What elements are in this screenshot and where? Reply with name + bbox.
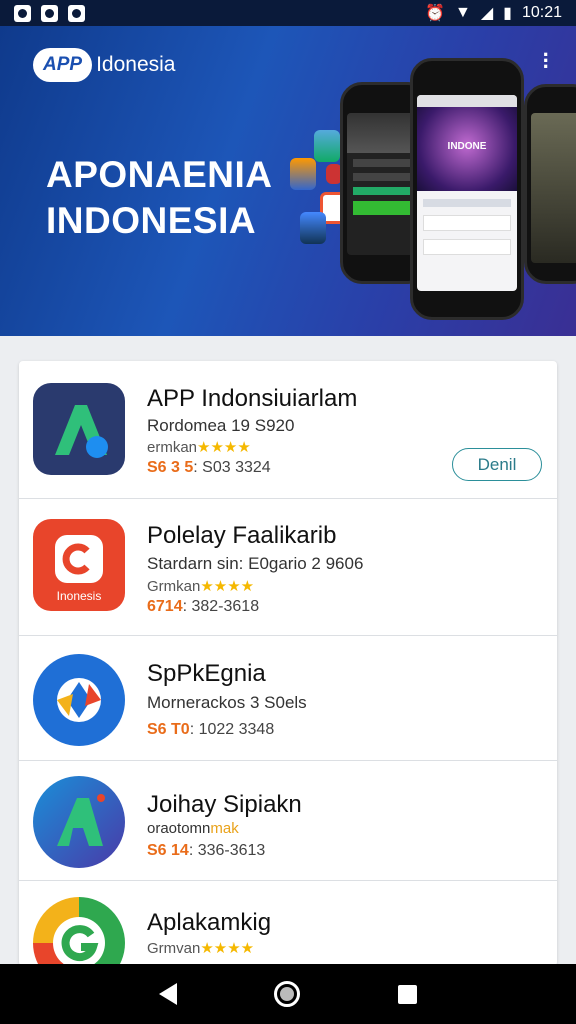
app-icon: Inonesis xyxy=(33,519,125,611)
recents-icon[interactable] xyxy=(398,984,418,1004)
star-rating-icon: ★★★★ xyxy=(197,439,251,456)
system-nav-bar xyxy=(0,964,576,1024)
app-meta: 6714: 382-3618 xyxy=(147,598,260,615)
app-name[interactable]: APP Indonsiuiarlam xyxy=(147,385,357,413)
app-name[interactable]: Joihay Sipiakn xyxy=(147,791,302,819)
notification-icon xyxy=(41,4,58,22)
star-rating-icon: ★★★★ xyxy=(200,940,255,957)
app-name[interactable]: Aplakamkig xyxy=(147,909,271,937)
more-options-icon[interactable]: · · · xyxy=(543,44,550,78)
banner-title: APONAENIA INDONESIA xyxy=(46,152,273,244)
app-logo: APP Idonesia xyxy=(33,48,175,82)
app-list: APP Indonsiuiarlam Rordomea 19 S920 ermk… xyxy=(19,361,557,966)
floating-app-icon xyxy=(290,158,316,190)
star-rating-icon: ★★★★ xyxy=(200,578,255,595)
logo-pill: APP xyxy=(33,48,93,82)
app-name[interactable]: Polelay Faalikarib xyxy=(147,522,336,550)
floating-app-icon xyxy=(300,212,326,244)
list-item[interactable]: Joihay Sipiakn oraotomnmak S6 14: 336-36… xyxy=(19,761,557,881)
app-rating: Grmvan★★★★ xyxy=(147,940,255,957)
app-icon xyxy=(33,897,125,966)
status-bar: ⏰ ▼ ◢ ▮ 10:21 xyxy=(0,0,576,26)
battery-icon: ▮ xyxy=(503,5,512,22)
app-rating: ermkan★★★★ xyxy=(147,439,251,456)
list-item[interactable]: SpPkEgnia Mornerackos 3 S0els S6 T0: 102… xyxy=(19,636,557,761)
banner-title-line2: INDONESIA xyxy=(46,200,257,241)
app-subtitle: Stardarn sin: E0gario 2 9606 xyxy=(147,554,364,573)
list-item[interactable]: Inonesis Polelay Faalikarib Stardarn sin… xyxy=(19,499,557,636)
app-icon xyxy=(33,383,125,475)
list-item[interactable]: APP Indonsiuiarlam Rordomea 19 S920 ermk… xyxy=(19,361,557,499)
app-meta: S6 T0: 1022 3348 xyxy=(147,721,275,738)
app-name[interactable]: SpPkEgnia xyxy=(147,660,266,688)
phone-mockup-right xyxy=(524,84,576,284)
notification-icon xyxy=(14,4,31,22)
app-rating: Grmkan★★★★ xyxy=(147,578,255,595)
detail-button[interactable]: Denil xyxy=(452,448,542,481)
wifi-icon: ▼ xyxy=(454,4,471,21)
floating-app-icon xyxy=(314,130,340,162)
app-meta: S6 14: 336-3613 xyxy=(147,842,266,859)
alarm-icon: ⏰ xyxy=(425,5,445,22)
logo-text: Idonesia xyxy=(96,53,176,76)
phone-mockup-front: INDONE xyxy=(410,58,524,320)
hero-banner: APP Idonesia · · · APONAENIA INDONESIA IND… xyxy=(0,26,576,336)
app-subtitle: Mornerackos 3 S0els xyxy=(147,693,307,712)
app-icon-caption: Inonesis xyxy=(56,589,102,603)
clock: 10:21 xyxy=(521,4,562,21)
app-meta: S6 3 5: S03 3324 xyxy=(147,459,271,476)
list-item[interactable]: Aplakamkig Grmvan★★★★ xyxy=(19,881,557,966)
app-icon xyxy=(33,776,125,868)
home-icon[interactable] xyxy=(274,981,301,1007)
notification-icon xyxy=(68,4,85,22)
banner-title-line1: APONAENIA xyxy=(46,154,273,195)
app-icon xyxy=(33,654,125,746)
phone-screen-hero: INDONE xyxy=(417,107,517,191)
signal-icon: ◢ xyxy=(480,5,494,22)
app-subtitle: oraotomnmak xyxy=(147,820,239,837)
back-icon[interactable] xyxy=(158,983,177,1005)
app-subtitle: Rordomea 19 S920 xyxy=(147,416,295,435)
